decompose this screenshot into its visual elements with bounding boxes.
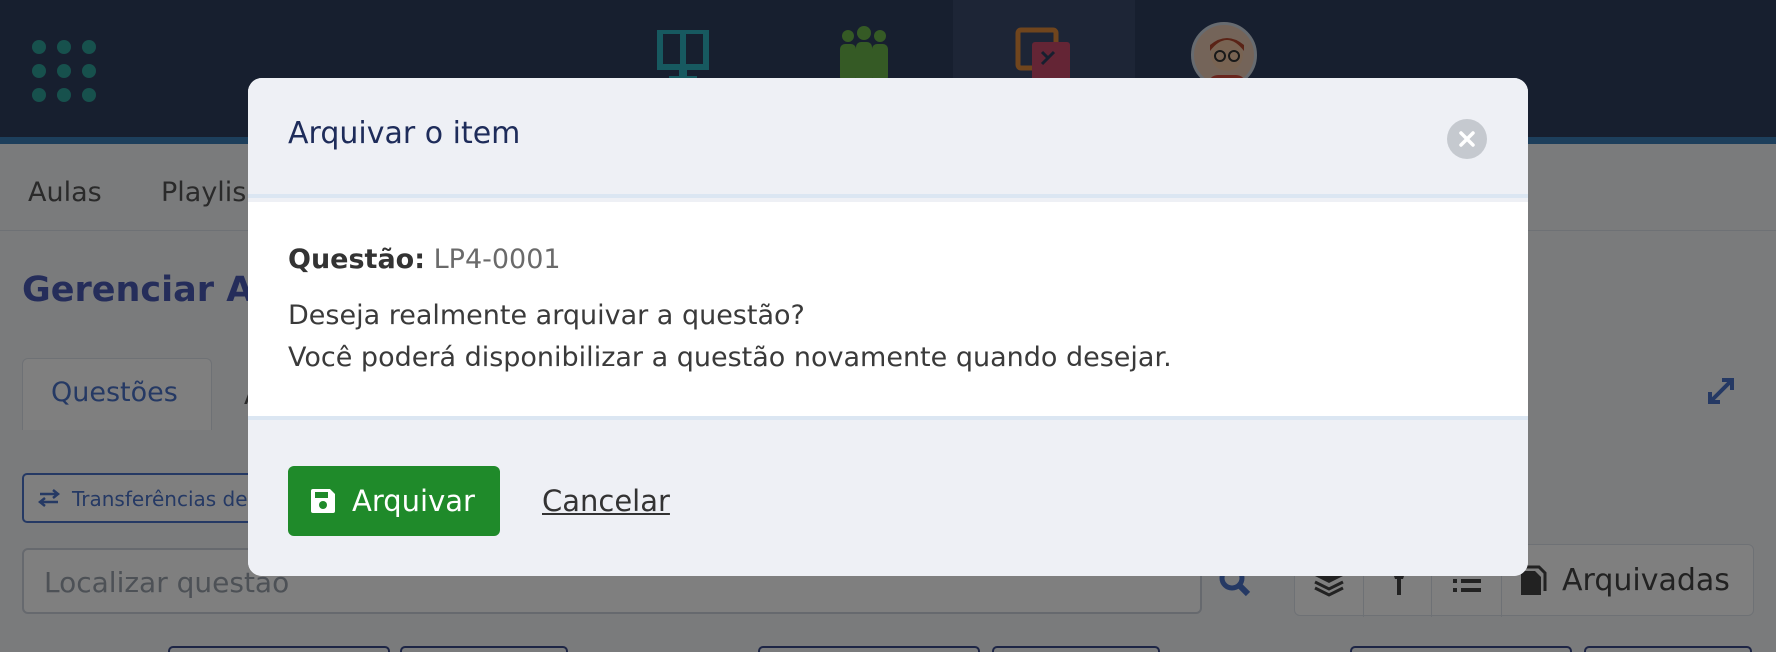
dialog-footer: Arquivar Cancelar bbox=[248, 424, 1528, 576]
dialog-title: Arquivar o item bbox=[288, 116, 521, 151]
confirm-message: Deseja realmente arquivar a questão? bbox=[288, 300, 805, 331]
dialog-header: Arquivar o item bbox=[248, 78, 1528, 198]
archive-button-label: Arquivar bbox=[352, 484, 475, 518]
archive-dialog: Arquivar o item Questão: LP4-0001 Deseja… bbox=[248, 78, 1528, 576]
close-icon bbox=[1459, 131, 1475, 147]
save-icon bbox=[311, 489, 335, 513]
close-button[interactable] bbox=[1447, 119, 1487, 159]
dialog-body: Questão: LP4-0001 Deseja realmente arqui… bbox=[248, 202, 1528, 420]
cancel-link[interactable]: Cancelar bbox=[542, 484, 670, 518]
info-message: Você poderá disponibilizar a questão nov… bbox=[288, 342, 1172, 373]
question-info: Questão: LP4-0001 bbox=[288, 244, 561, 275]
archive-button[interactable]: Arquivar bbox=[288, 466, 500, 536]
question-code: LP4-0001 bbox=[433, 244, 561, 275]
question-label: Questão: bbox=[288, 244, 426, 275]
